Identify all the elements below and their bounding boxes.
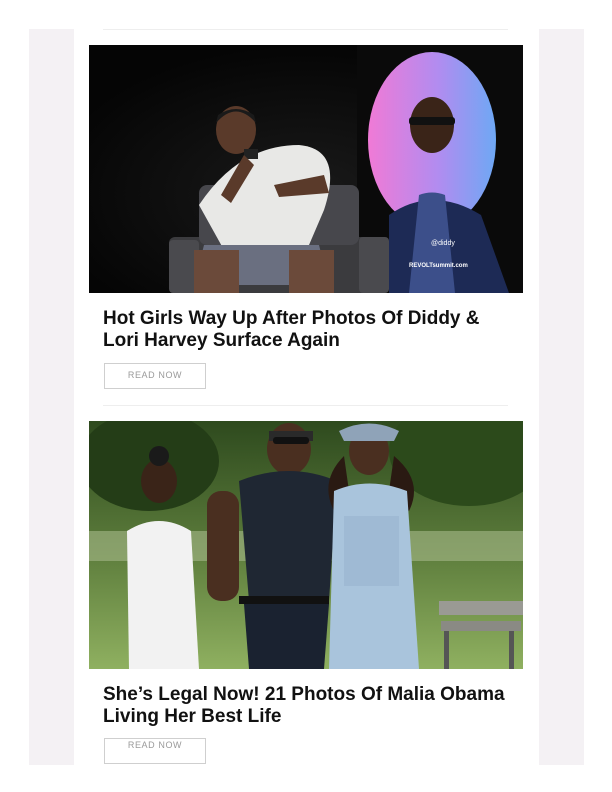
left-gutter [29, 29, 74, 765]
article-image[interactable] [89, 421, 523, 669]
article-image[interactable]: @diddy REVOLTsummit.com [89, 45, 523, 293]
read-now-button[interactable]: READ NOW [104, 363, 206, 389]
obama-family-photo [89, 421, 523, 669]
screen-handle-text: @diddy [431, 240, 455, 247]
article-card[interactable]: She’s Legal Now! 21 Photos Of Malia Obam… [89, 421, 523, 764]
read-now-button[interactable]: READ NOW [104, 738, 206, 764]
page-bottom-edge [0, 765, 612, 792]
diddy-stage-photo: @diddy REVOLTsummit.com [89, 45, 523, 293]
right-gutter [539, 29, 584, 765]
screen-site-text: REVOLTsummit.com [409, 263, 468, 269]
article-headline[interactable]: She’s Legal Now! 21 Photos Of Malia Obam… [103, 684, 513, 728]
article-divider [103, 405, 508, 406]
top-divider [103, 29, 508, 30]
article-headline[interactable]: Hot Girls Way Up After Photos Of Diddy &… [103, 308, 513, 352]
article-card[interactable]: @diddy REVOLTsummit.com Hot Girls Way Up… [89, 45, 523, 389]
